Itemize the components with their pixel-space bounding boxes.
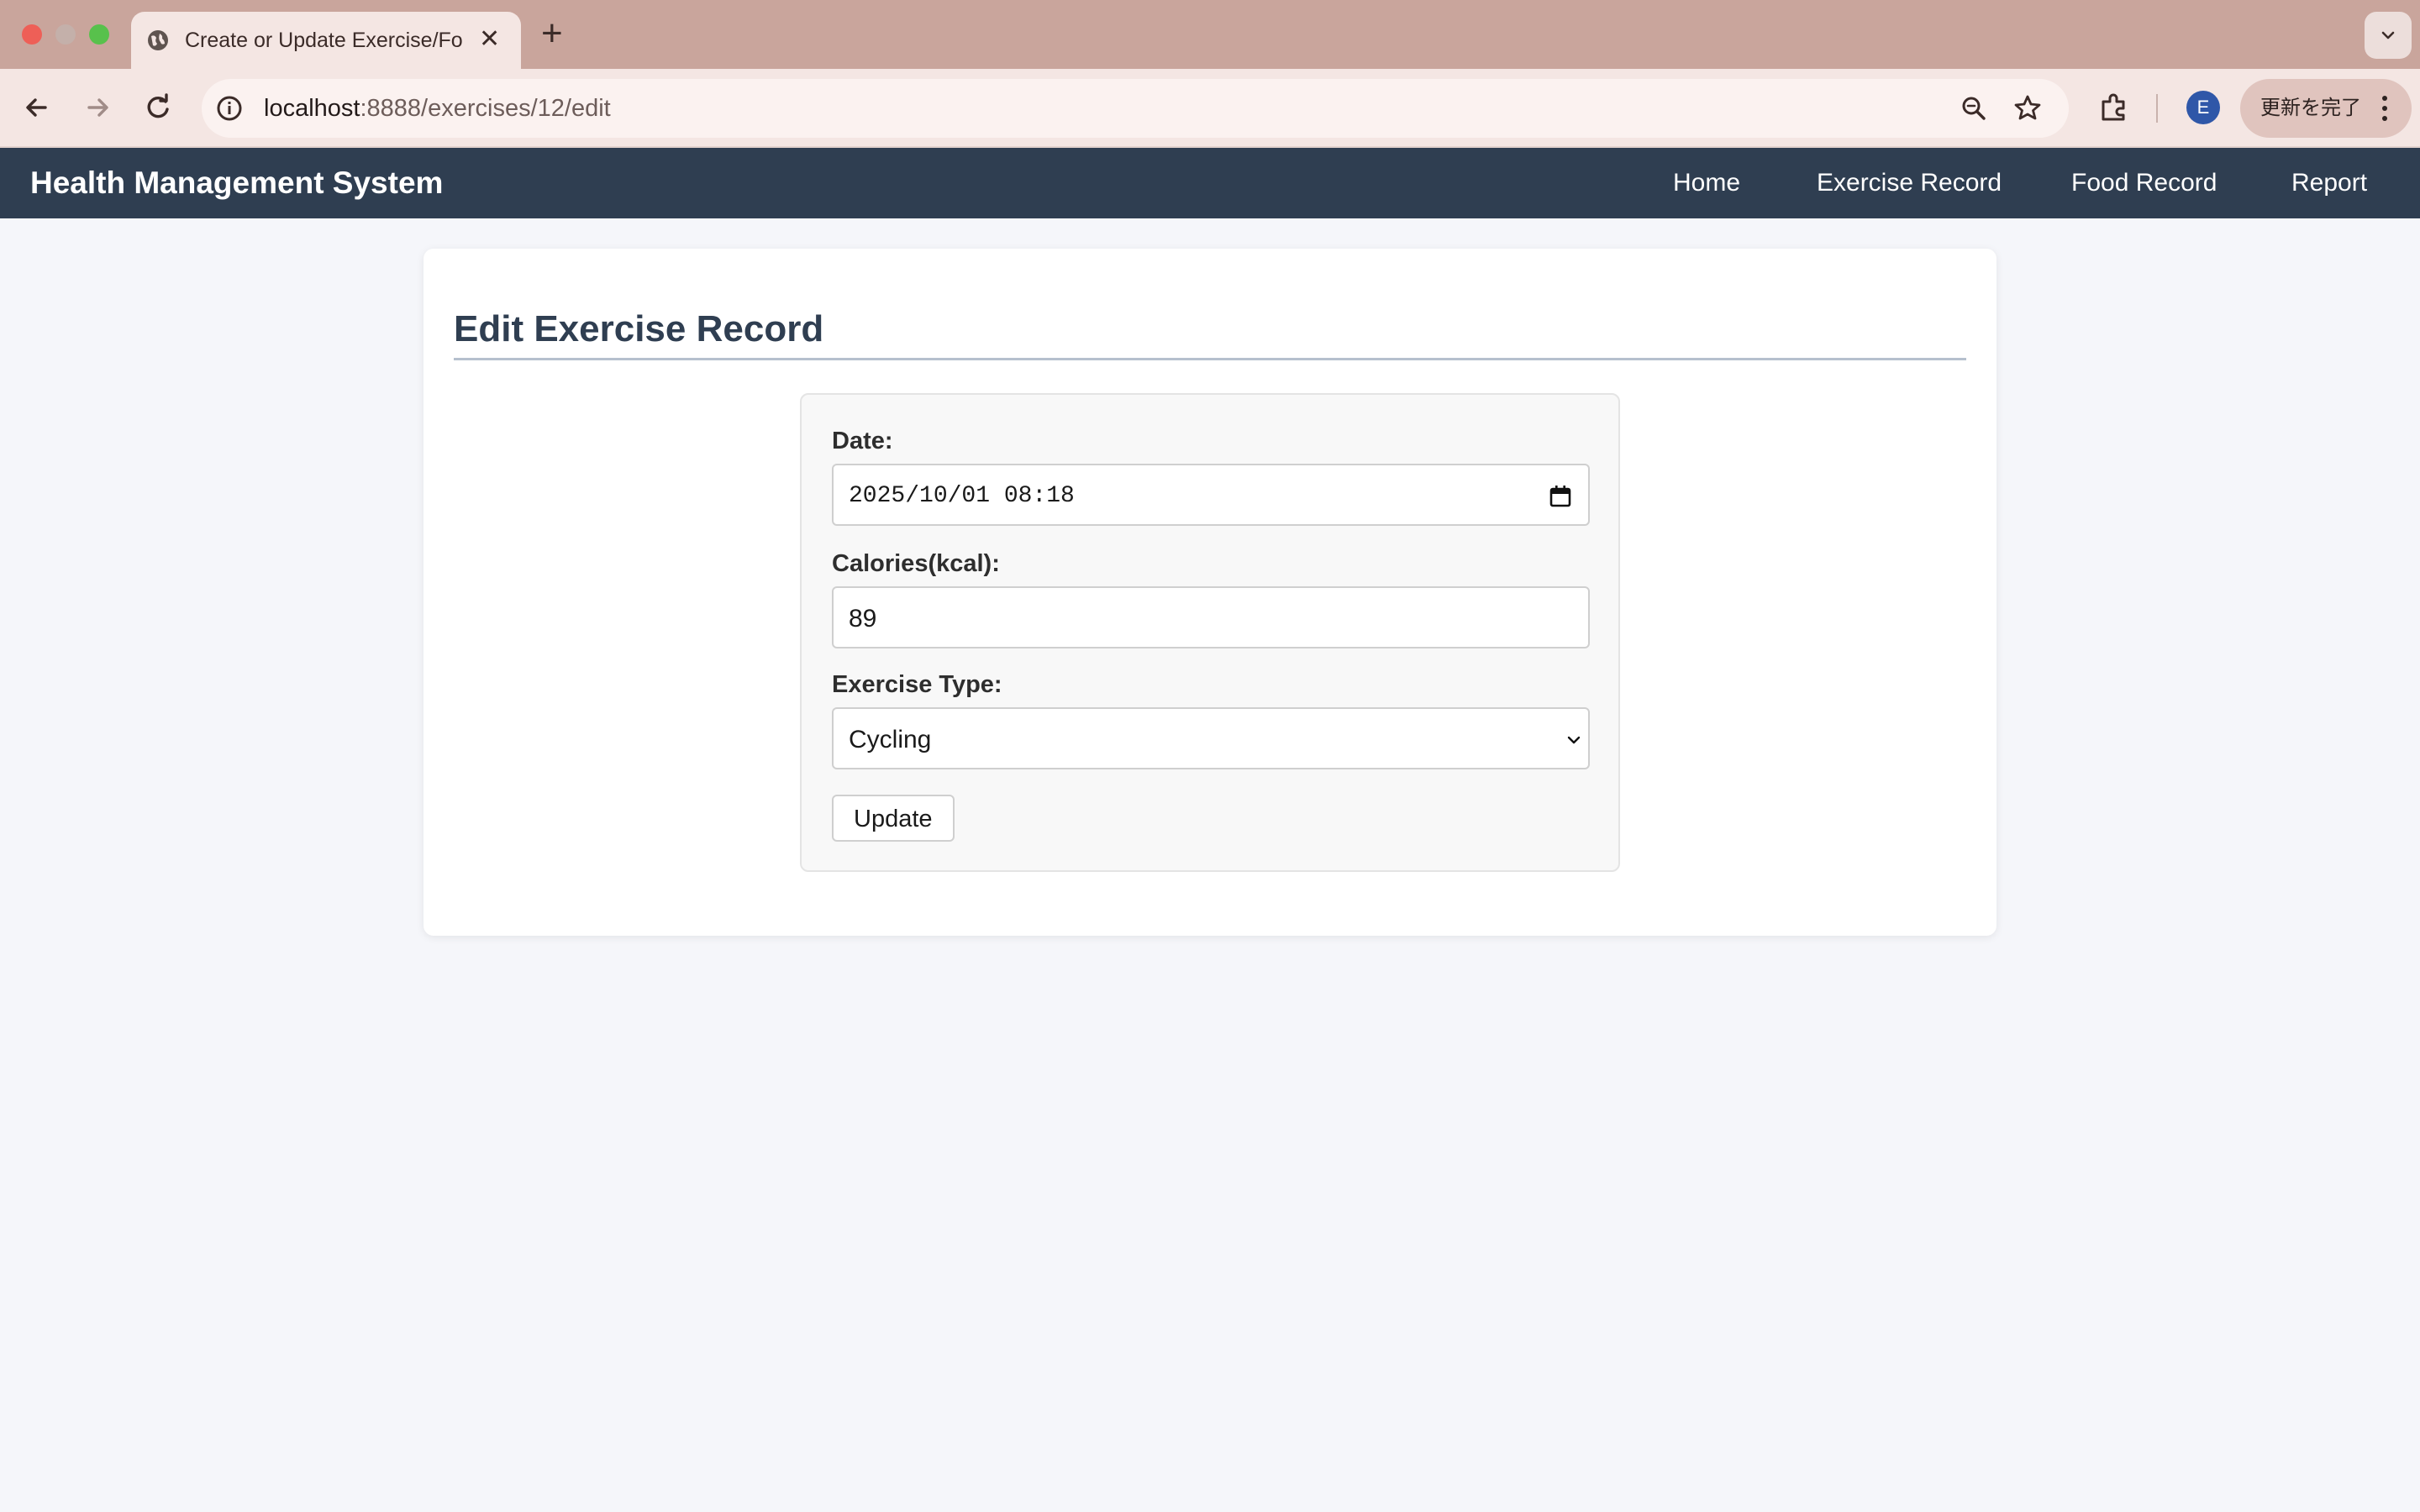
nav-link-food-record[interactable]: Food Record xyxy=(2071,166,2217,200)
globe-icon xyxy=(148,30,168,50)
brand-title[interactable]: Health Management System xyxy=(30,165,443,202)
tab-title: Create or Update Exercise/Fo xyxy=(185,29,462,52)
url-text[interactable]: localhost:8888/exercises/12/edit xyxy=(264,92,611,124)
tab-search-chevron-icon xyxy=(2381,31,2395,39)
bookmark-star-icon[interactable] xyxy=(2012,92,2044,124)
back-icon[interactable] xyxy=(18,89,55,126)
extensions-icon[interactable] xyxy=(2096,89,2133,126)
zoom-icon[interactable] xyxy=(1958,92,1990,124)
date-input[interactable]: 2025/10/01 08:18 xyxy=(832,464,1590,526)
site-info-icon[interactable] xyxy=(213,92,245,124)
toolbar-separator xyxy=(2156,94,2158,123)
nav-link-report[interactable]: Report xyxy=(2291,166,2367,200)
browser-update-button[interactable]: 更新を完了 xyxy=(2240,79,2412,138)
browser-tab-active[interactable]: Create or Update Exercise/Fo ✕ xyxy=(131,12,521,69)
date-value: 2025/10/01 08:18 xyxy=(849,483,1075,509)
window-close-button[interactable] xyxy=(22,24,42,45)
forward-icon[interactable] xyxy=(79,89,116,126)
browser-tab-bar: Create or Update Exercise/Fo ✕ + xyxy=(0,0,2420,69)
tab-search-button[interactable] xyxy=(2365,12,2412,59)
profile-avatar[interactable]: E xyxy=(2186,91,2220,124)
browser-toolbar: localhost:8888/exercises/12/edit E 更新を完了 xyxy=(0,69,2420,148)
url-path: :8888/exercises/12/edit xyxy=(360,95,611,122)
exercise-type-select[interactable]: Cycling xyxy=(832,707,1590,769)
title-divider xyxy=(454,358,1966,360)
reload-icon[interactable] xyxy=(139,89,176,126)
exercise-type-selected: Cycling xyxy=(849,726,932,753)
calories-label: Calories(kcal): xyxy=(832,550,1000,577)
calories-value: 89 xyxy=(849,605,877,633)
address-bar[interactable]: localhost:8888/exercises/12/edit xyxy=(202,79,2069,138)
nav-link-home[interactable]: Home xyxy=(1673,166,1740,200)
window-minimize-button[interactable] xyxy=(55,24,76,45)
content-card: Edit Exercise Record Date: 2025/10/01 08… xyxy=(424,249,1996,936)
url-host: localhost xyxy=(264,95,360,122)
new-tab-button[interactable]: + xyxy=(541,12,563,55)
update-button[interactable]: Update xyxy=(832,795,955,842)
exercise-form: Date: 2025/10/01 08:18 Calories(kcal): 8… xyxy=(800,393,1620,872)
tab-close-icon[interactable]: ✕ xyxy=(479,24,500,55)
page-title: Edit Exercise Record xyxy=(454,308,824,349)
date-label: Date: xyxy=(832,428,893,454)
update-button-label: Update xyxy=(854,806,933,832)
chevron-down-icon xyxy=(1567,736,1581,744)
exercise-type-label: Exercise Type: xyxy=(832,671,1002,698)
calendar-icon[interactable] xyxy=(1548,484,1573,509)
kebab-menu-icon xyxy=(2382,96,2387,121)
app-navbar: Health Management System Home Exercise R… xyxy=(0,148,2420,218)
calories-input[interactable]: 89 xyxy=(832,586,1590,648)
window-zoom-button[interactable] xyxy=(89,24,109,45)
nav-link-exercise-record[interactable]: Exercise Record xyxy=(1817,166,2002,200)
browser-update-label: 更新を完了 xyxy=(2260,97,2361,119)
